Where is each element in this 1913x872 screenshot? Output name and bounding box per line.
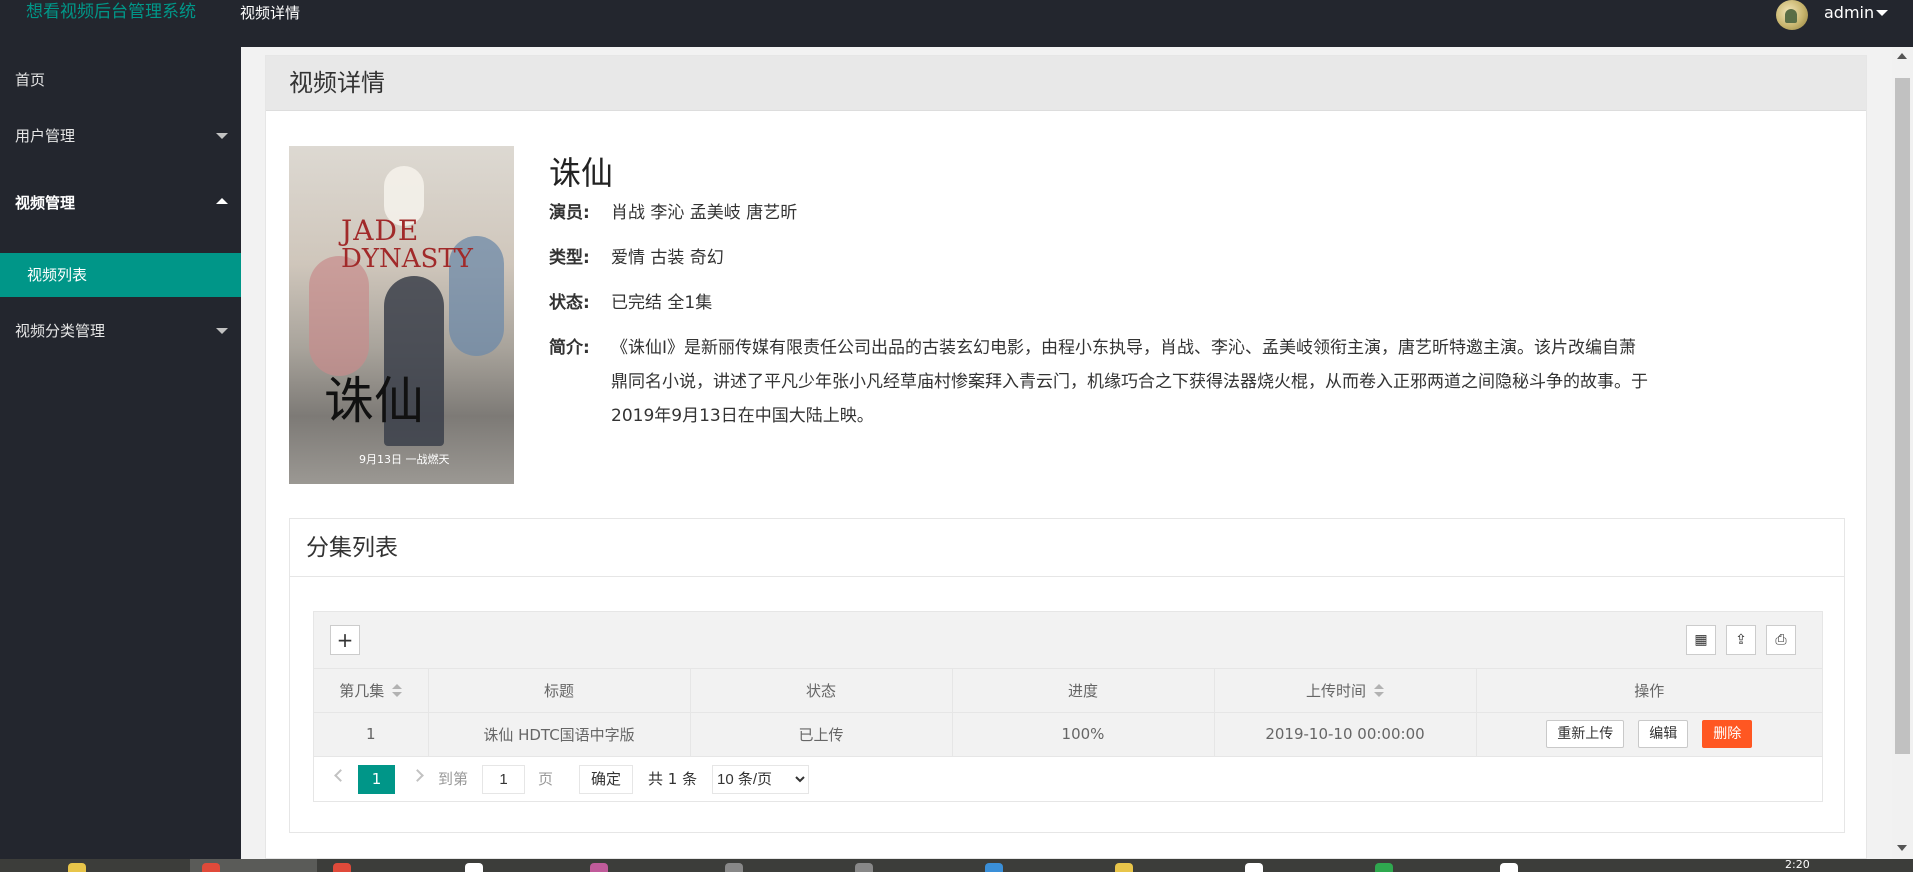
status-label: 状态:: [549, 293, 590, 313]
page-label: 页: [538, 769, 554, 788]
os-taskbar: 2:20: [0, 859, 1913, 872]
status-row: 状态: 已完结 全1集: [549, 286, 712, 320]
column-header-episode[interactable]: 第几集: [314, 669, 429, 713]
total-count: 共 1 条: [648, 769, 698, 788]
page-number-input[interactable]: [482, 764, 525, 794]
actors-value: 肖战 李沁 孟美岐 唐艺昕: [611, 203, 798, 223]
page-size-select[interactable]: 10 条/页: [712, 764, 809, 794]
scroll-up-icon[interactable]: [1897, 53, 1907, 59]
header-tab-video-detail[interactable]: 视频详情: [240, 0, 300, 26]
sidebar-item-label: 用户管理: [15, 127, 76, 145]
cell-progress: 100%: [952, 712, 1215, 757]
user-menu[interactable]: admin: [1824, 0, 1874, 26]
actors-label: 演员:: [549, 203, 590, 223]
chevron-down-icon: [216, 133, 228, 139]
chevron-down-icon: [216, 328, 228, 334]
type-label: 类型:: [549, 248, 590, 268]
sort-icon[interactable]: [1374, 684, 1384, 698]
actors-row: 演员: 肖战 李沁 孟美岐 唐艺昕: [549, 196, 797, 230]
cell-title: 诛仙 HDTC国语中字版: [428, 712, 691, 757]
sidebar-item-video-category[interactable]: 视频分类管理: [0, 306, 241, 356]
edit-button[interactable]: 编辑: [1638, 720, 1689, 748]
sidebar-item-label: 视频分类管理: [15, 322, 106, 340]
card-title: 视频详情: [266, 56, 1866, 111]
column-header-status: 状态: [690, 669, 953, 713]
column-header-progress: 进度: [952, 669, 1215, 713]
taskbar-clock: 2:20: [1785, 858, 1810, 871]
cell-actions: 重新上传 编辑 删除: [1476, 712, 1822, 757]
episode-grid: 第几集 标题 状态 进度 上传时间 操作 1 诛仙 HDTC国语中字版 已上传 …: [314, 669, 1822, 757]
sidebar: 首页 用户管理 视频管理 视频列表 视频分类管理: [0, 47, 241, 859]
status-value: 已完结 全1集: [611, 293, 713, 313]
goto-label: 到第: [438, 769, 469, 788]
chevron-right-icon[interactable]: [411, 768, 424, 782]
video-poster: JADE DYNASTY 诛仙 9月13日 一战燃天: [289, 146, 514, 484]
app-logo[interactable]: 想看视频后台管理系统: [26, 0, 196, 26]
taskbar-app-icon[interactable]: [725, 863, 743, 872]
cell-episode: 1: [314, 712, 429, 757]
intro-row: 简介: 《诛仙Ⅰ》是新丽传媒有限责任公司出品的古装玄幻电影，由程小东执导，肖战、…: [549, 331, 1913, 433]
chevron-up-icon: [216, 198, 228, 204]
taskbar-app-icon[interactable]: [465, 863, 483, 872]
intro-value: 《诛仙Ⅰ》是新丽传媒有限责任公司出品的古装玄幻电影，由程小东执导，肖战、李沁、孟…: [611, 338, 1648, 426]
export-icon[interactable]: ⇪: [1726, 625, 1756, 655]
sidebar-item-label: 首页: [15, 71, 46, 89]
user-avatar[interactable]: [1776, 0, 1808, 30]
type-row: 类型: 爱情 古装 奇幻: [549, 241, 724, 275]
sidebar-item-video-management[interactable]: 视频管理: [0, 178, 241, 228]
cell-status: 已上传: [690, 712, 953, 757]
chevron-down-icon[interactable]: [1876, 10, 1888, 16]
type-value: 爱情 古装 奇幻: [611, 248, 724, 268]
sidebar-item-home[interactable]: 首页: [0, 55, 241, 105]
poster-date: 9月13日 一战燃天: [359, 453, 450, 466]
taskbar-app-icon[interactable]: [985, 863, 1003, 872]
sidebar-item-video-list[interactable]: 视频列表: [0, 253, 241, 297]
avatar-figure: [1785, 9, 1797, 23]
episode-table: + ▦ ⇪ ⎙ 第几集 标题 状态 进度 上传时间 操作 1 诛仙 HDTC国语…: [313, 611, 1823, 802]
sidebar-item-label: 视频列表: [27, 266, 88, 284]
table-header-row: 第几集 标题 状态 进度 上传时间 操作: [314, 669, 1822, 713]
taskbar-app-icon[interactable]: [590, 863, 608, 872]
delete-button[interactable]: 删除: [1702, 720, 1753, 748]
poster-title-line1: JADE: [341, 214, 420, 247]
video-title: 诛仙: [549, 154, 614, 192]
columns-icon[interactable]: ▦: [1686, 625, 1716, 655]
video-detail-card: 视频详情 JADE DYNASTY 诛仙 9月13日 一战燃天 诛仙 演员: 肖战…: [265, 55, 1867, 859]
column-header-title: 标题: [428, 669, 691, 713]
cell-upload-time: 2019-10-10 00:00:00: [1214, 712, 1477, 757]
episode-panel-title: 分集列表: [290, 519, 1844, 577]
table-toolbar: + ▦ ⇪ ⎙: [314, 612, 1822, 669]
column-header-upload-time[interactable]: 上传时间: [1214, 669, 1477, 713]
sidebar-item-label: 视频管理: [15, 194, 76, 212]
page-current[interactable]: 1: [358, 764, 395, 794]
scrollbar-thumb[interactable]: [1895, 78, 1910, 754]
taskbar-app-icon[interactable]: [1245, 863, 1263, 872]
column-header-actions: 操作: [1476, 669, 1822, 713]
taskbar-app-icon[interactable]: [333, 863, 351, 872]
reupload-button[interactable]: 重新上传: [1546, 720, 1625, 748]
intro-label: 简介:: [549, 338, 590, 358]
taskbar-app-icon[interactable]: [202, 863, 220, 872]
taskbar-app-icon[interactable]: [68, 863, 86, 872]
scroll-down-icon[interactable]: [1897, 845, 1907, 851]
add-episode-button[interactable]: +: [330, 625, 360, 655]
sort-icon[interactable]: [392, 684, 403, 698]
print-icon[interactable]: ⎙: [1766, 625, 1796, 655]
confirm-page-button[interactable]: 确定: [579, 764, 634, 794]
chevron-left-icon[interactable]: [334, 768, 347, 782]
top-header: 想看视频后台管理系统 视频详情 admin: [0, 0, 1913, 47]
taskbar-app-icon[interactable]: [1375, 863, 1393, 872]
poster-calligraphy: 诛仙: [324, 372, 424, 430]
poster-figure: [309, 256, 369, 376]
sidebar-item-user-management[interactable]: 用户管理: [0, 111, 241, 161]
poster-title-line2: DYNASTY: [341, 244, 473, 274]
pagination: 1 到第 页 确定 共 1 条 10 条/页: [314, 757, 1822, 801]
taskbar-app-icon[interactable]: [1115, 863, 1133, 872]
taskbar-app-icon[interactable]: [1500, 863, 1518, 872]
table-row: 1 诛仙 HDTC国语中字版 已上传 100% 2019-10-10 00:00…: [314, 712, 1822, 757]
taskbar-app-icon[interactable]: [855, 863, 873, 872]
episode-panel: 分集列表 + ▦ ⇪ ⎙ 第几集 标题 状态 进度 上传时间 操作 1 诛仙 H…: [289, 518, 1845, 833]
